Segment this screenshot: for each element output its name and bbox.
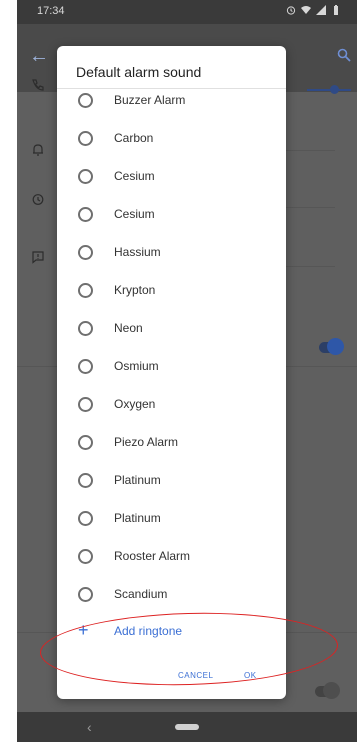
ringtone-label: Rooster Alarm	[114, 549, 191, 563]
dialog-title: Default alarm sound	[76, 64, 202, 80]
home-pill-icon[interactable]	[175, 724, 199, 730]
alarm-clock-icon	[32, 194, 44, 205]
background-volume-slider	[307, 89, 351, 91]
radio-button-icon[interactable]	[78, 130, 93, 146]
add-ringtone-button[interactable]: + Add ringtone	[57, 618, 286, 648]
radio-button-icon[interactable]	[78, 168, 93, 184]
radio-button-icon[interactable]	[78, 472, 93, 488]
bell-icon	[33, 144, 43, 156]
back-arrow-icon: ←	[29, 45, 49, 67]
ringtone-option[interactable]: Oxygen	[57, 385, 286, 423]
ringtone-label: Osmium	[114, 359, 159, 373]
radio-button-icon[interactable]	[78, 244, 93, 260]
radio-button-icon[interactable]	[78, 282, 93, 298]
background-toggle-thumb	[327, 338, 344, 355]
radio-button-icon[interactable]	[78, 548, 93, 564]
navigation-bar: ‹	[17, 712, 357, 742]
signal-icon	[316, 5, 326, 15]
ringtone-option[interactable]: Cesium	[57, 195, 286, 233]
radio-button-icon[interactable]	[78, 320, 93, 336]
ringtone-option[interactable]: Rooster Alarm	[57, 537, 286, 575]
ringtone-option[interactable]: Neon	[57, 309, 286, 347]
alarm-icon	[286, 6, 296, 15]
ringtone-label: Piezo Alarm	[114, 435, 179, 449]
ringtone-label: Oxygen	[114, 397, 156, 411]
nav-back-icon[interactable]: ‹	[87, 719, 92, 735]
radio-button-icon[interactable]	[78, 358, 93, 374]
radio-button-icon[interactable]	[78, 586, 93, 602]
ringtone-option[interactable]: Osmium	[57, 347, 286, 385]
radio-button-icon[interactable]	[78, 206, 93, 222]
ringtone-label: Neon	[114, 321, 143, 335]
plus-icon: +	[78, 620, 89, 640]
ringtone-option[interactable]: Krypton	[57, 271, 286, 309]
ringtone-option[interactable]: Buzzer Alarm	[57, 81, 286, 119]
battery-icon	[334, 5, 338, 15]
add-ringtone-label: Add ringtone	[114, 624, 183, 638]
radio-button-icon[interactable]	[78, 92, 93, 108]
cancel-button[interactable]: CANCEL	[178, 671, 213, 680]
phone-icon	[32, 79, 44, 91]
status-bar: 17:34	[17, 0, 357, 24]
ringtone-label: Platinum	[114, 473, 161, 487]
radio-button-icon[interactable]	[78, 396, 93, 412]
radio-button-icon[interactable]	[78, 510, 93, 526]
ringtone-label: Krypton	[114, 283, 156, 297]
message-icon	[32, 251, 44, 264]
ringtone-label: Buzzer Alarm	[114, 93, 186, 107]
ringtone-label: Cesium	[114, 169, 155, 183]
status-time: 17:34	[37, 5, 65, 17]
ringtone-option[interactable]: Piezo Alarm	[57, 423, 286, 461]
ringtone-option[interactable]: Platinum	[57, 499, 286, 537]
wifi-icon	[301, 6, 311, 14]
ringtone-option[interactable]: Hassium	[57, 233, 286, 271]
alarm-sound-dialog: Default alarm sound Buzzer Alarm Carbon …	[57, 46, 286, 699]
ringtone-label: Carbon	[114, 131, 154, 145]
ringtone-option[interactable]: Carbon	[57, 119, 286, 157]
ringtone-label: Cesium	[114, 207, 155, 221]
status-icons	[286, 5, 341, 15]
ringtone-label: Platinum	[114, 511, 161, 525]
ok-button[interactable]: OK	[244, 671, 257, 680]
ringtone-option[interactable]: Scandium	[57, 575, 286, 613]
background-volume-slider-thumb	[330, 85, 339, 94]
ringtone-label: Hassium	[114, 245, 161, 259]
search-icon	[337, 48, 351, 62]
ringtone-option[interactable]: Cesium	[57, 157, 286, 195]
background-toggle-off-thumb	[323, 682, 340, 699]
radio-button-icon[interactable]	[78, 434, 93, 450]
ringtone-label: Scandium	[114, 587, 168, 601]
ringtone-option[interactable]: Platinum	[57, 461, 286, 499]
